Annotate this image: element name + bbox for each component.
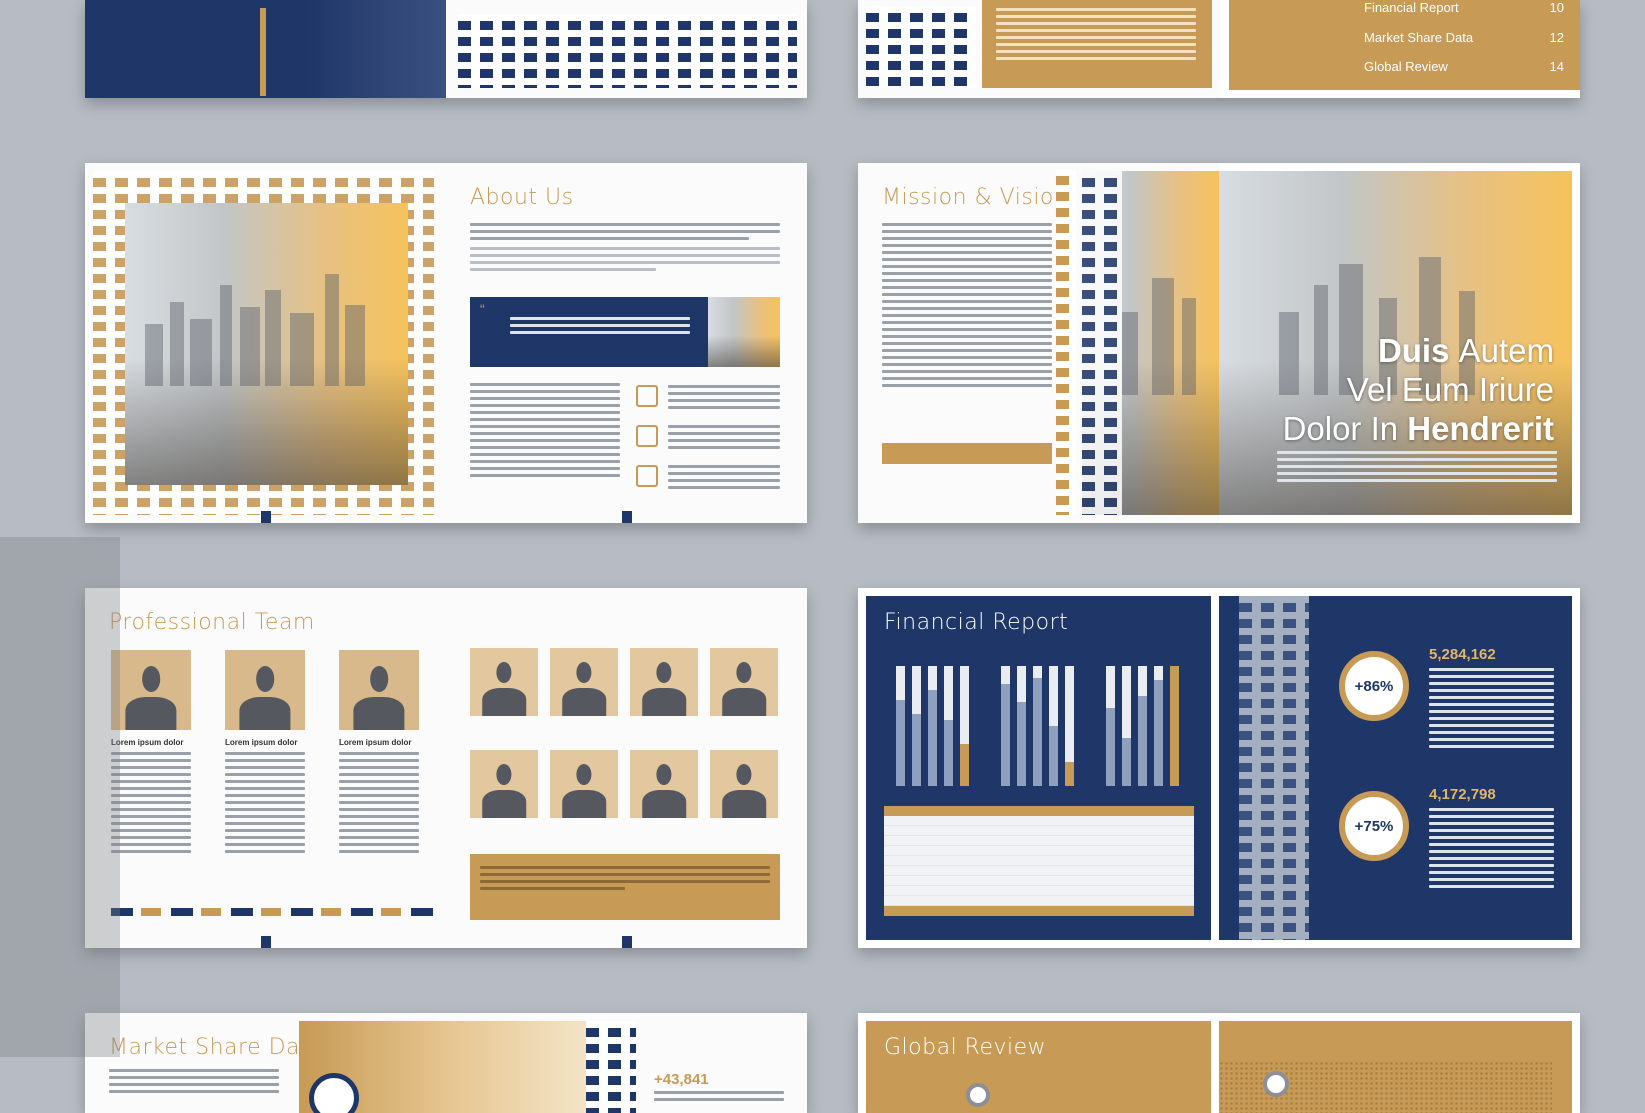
bar-chart-2 bbox=[1001, 666, 1091, 786]
map-pin-icon bbox=[1263, 1071, 1289, 1097]
team-member-photo bbox=[470, 648, 538, 716]
team-member-photo bbox=[710, 648, 778, 716]
market-photo-right bbox=[446, 1021, 586, 1113]
quote-photo bbox=[708, 297, 780, 367]
document-icon bbox=[636, 425, 658, 447]
about-title: About Us bbox=[470, 185, 574, 210]
bar-chart-1 bbox=[896, 666, 986, 786]
mission-right-page: Duis Autem Vel Eum Iriure Dolor In Hendr… bbox=[1219, 163, 1580, 523]
about-city-photo bbox=[125, 203, 408, 485]
team-member-photo bbox=[225, 650, 305, 730]
team-summary-box bbox=[470, 854, 780, 920]
financial-spread: Financial Report +86% 5,284,162 +75% 4,1… bbox=[858, 588, 1580, 948]
global-title: Global Review bbox=[884, 1035, 1047, 1060]
overlay-block bbox=[0, 537, 120, 1057]
team-left-page: Professional Team Lorem ipsum dolor Lore… bbox=[85, 588, 446, 948]
cover-spread bbox=[85, 0, 807, 98]
financial-left-page: Financial Report bbox=[858, 588, 1219, 948]
headline-word: Duis bbox=[1377, 332, 1450, 369]
cover-front-page bbox=[446, 0, 807, 98]
award-icon bbox=[636, 385, 658, 407]
page-number bbox=[622, 936, 632, 948]
cover-back-page bbox=[85, 0, 446, 98]
team-member-photo bbox=[339, 650, 419, 730]
headline-word: Hendrerit bbox=[1407, 410, 1554, 447]
team-member-name: Lorem ipsum dolor bbox=[339, 738, 412, 747]
team-title: Professional Team bbox=[109, 610, 315, 635]
market-left-page: Market Share Data bbox=[85, 1013, 446, 1113]
team-member-name: Lorem ipsum dolor bbox=[111, 738, 184, 747]
about-spread: About Us “ bbox=[85, 163, 807, 523]
global-left-page: Global Review bbox=[858, 1013, 1219, 1113]
toc-pattern bbox=[866, 6, 976, 88]
about-left-page bbox=[85, 163, 446, 523]
mission-spread: Mission & Vision Duis Autem Vel Eum Iriu… bbox=[858, 163, 1580, 523]
stat-percent: +75% bbox=[1354, 817, 1394, 835]
growth-icon bbox=[636, 465, 658, 487]
toc-row-page: 12 bbox=[1549, 30, 1564, 45]
market-title: Market Share Data bbox=[109, 1035, 324, 1060]
headline-word: Autem bbox=[1458, 332, 1554, 369]
global-spread: Global Review bbox=[858, 1013, 1580, 1113]
mission-pattern-gold bbox=[1056, 169, 1076, 515]
global-right-page bbox=[1219, 1013, 1580, 1113]
stat-value-2: 4,172,798 bbox=[1429, 786, 1496, 803]
page-number bbox=[261, 511, 271, 523]
toc-intro-box bbox=[982, 0, 1212, 88]
headline-line: Vel Eum Iriure bbox=[1346, 371, 1554, 408]
market-pattern bbox=[586, 1021, 636, 1113]
about-right-page: About Us “ bbox=[446, 163, 807, 523]
toc-row-label: Financial Report bbox=[1364, 0, 1459, 15]
team-member-name: Lorem ipsum dolor bbox=[225, 738, 298, 747]
team-member-photo bbox=[630, 648, 698, 716]
toc-right-page: Financial Report 10 Market Share Data 12… bbox=[1229, 0, 1580, 90]
stat-circle-1: +86% bbox=[1339, 651, 1409, 721]
team-member-photo bbox=[111, 650, 191, 730]
bar-chart-3 bbox=[1106, 666, 1196, 786]
stat-value-1: 5,284,162 bbox=[1429, 646, 1496, 663]
toc-spread: Financial Report 10 Market Share Data 12… bbox=[858, 0, 1580, 98]
headline-word: Dolor In bbox=[1282, 410, 1399, 447]
team-member-photo bbox=[630, 750, 698, 818]
mission-headline: Duis Autem Vel Eum Iriure Dolor In Hendr… bbox=[1283, 331, 1554, 448]
mission-title: Mission & Vision bbox=[882, 185, 1069, 210]
map-pin-icon bbox=[966, 1083, 990, 1107]
page-number bbox=[622, 511, 632, 523]
team-member-photo bbox=[550, 750, 618, 818]
quote-mark-icon: “ bbox=[480, 301, 485, 317]
cover-accent-bar bbox=[260, 8, 266, 96]
toc-row-global[interactable]: Global Review 14 bbox=[1364, 59, 1564, 74]
financial-pattern bbox=[1239, 596, 1309, 940]
team-spread: Professional Team Lorem ipsum dolor Lore… bbox=[85, 588, 807, 948]
financial-title: Financial Report bbox=[884, 610, 1069, 635]
about-quote-box: “ bbox=[470, 297, 780, 367]
market-stat-value: +43,841 bbox=[654, 1071, 709, 1088]
market-spread: Market Share Data +43,841 bbox=[85, 1013, 807, 1113]
toc-row-financial[interactable]: Financial Report 10 bbox=[1364, 0, 1564, 15]
team-member-photo bbox=[550, 648, 618, 716]
cover-pattern bbox=[458, 14, 797, 88]
cover-gradient bbox=[306, 0, 446, 98]
toc-left-page bbox=[858, 0, 1219, 98]
toc-row-market[interactable]: Market Share Data 12 bbox=[1364, 30, 1564, 45]
market-right-page: +43,841 bbox=[446, 1013, 807, 1113]
team-right-page bbox=[446, 588, 807, 948]
team-member-photo bbox=[710, 750, 778, 818]
financial-right-page: +86% 5,284,162 +75% 4,172,798 bbox=[1219, 588, 1580, 948]
page-number bbox=[261, 936, 271, 948]
toc-row-page: 14 bbox=[1549, 59, 1564, 74]
financial-table bbox=[884, 806, 1194, 916]
toc-row-label: Global Review bbox=[1364, 59, 1448, 74]
team-pattern bbox=[111, 908, 434, 916]
toc-row-label: Market Share Data bbox=[1364, 30, 1474, 45]
team-member-photo bbox=[470, 750, 538, 818]
stat-circle-2: +75% bbox=[1339, 791, 1409, 861]
mission-pattern-navy bbox=[1082, 171, 1122, 515]
mission-left-page: Mission & Vision bbox=[858, 163, 1219, 523]
toc-row-page: 10 bbox=[1549, 0, 1564, 15]
stat-percent: +86% bbox=[1354, 677, 1394, 695]
